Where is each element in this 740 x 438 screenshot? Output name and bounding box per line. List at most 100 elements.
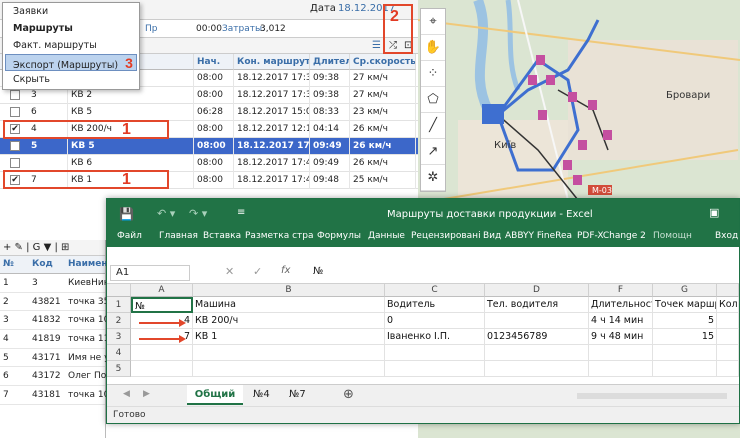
sheet-tab-7[interactable]: №7 <box>289 389 306 400</box>
points-col-num[interactable]: № <box>3 259 14 269</box>
sheet-cell[interactable]: № <box>131 297 193 313</box>
sheet-cell[interactable] <box>653 361 717 377</box>
menu-item-fact-routes[interactable]: Факт. маршруты <box>3 37 139 54</box>
point-row[interactable]: 4 41819 точка 111 <box>0 330 106 349</box>
tab-layout[interactable]: Разметка стра <box>245 231 314 241</box>
sheet-cell[interactable] <box>589 361 653 377</box>
route-checkbox[interactable] <box>10 90 20 100</box>
next-sheet-icon[interactable]: ▶ <box>143 389 150 399</box>
col-header-duration[interactable]: Длител <box>310 54 350 70</box>
point-row[interactable]: 3 41832 точка 106 <box>0 311 106 331</box>
sheet-cell[interactable] <box>717 313 739 329</box>
route-row[interactable]: 6 КВ 5 06:28 18.12.2017 15:01 08:33 23 км/ч <box>0 104 418 121</box>
sheet-cell[interactable]: Тел. водителя <box>485 297 589 313</box>
sheet-cell[interactable] <box>193 361 385 377</box>
enter-icon[interactable]: ✓ <box>253 265 262 278</box>
tab-home[interactable]: Главная <box>159 231 198 241</box>
sheet-cell[interactable] <box>653 345 717 361</box>
sheet-cell[interactable] <box>193 345 385 361</box>
formula-input[interactable]: № <box>313 266 323 277</box>
col-F[interactable]: F <box>589 284 653 297</box>
sheet-cell[interactable]: 5 <box>653 313 717 329</box>
col-C[interactable]: C <box>385 284 485 297</box>
sheet-cell[interactable]: Машина <box>193 297 385 313</box>
row-header[interactable]: 4 <box>107 345 131 361</box>
tab-pdfxchange[interactable]: PDF-XChange 2 <box>577 231 646 241</box>
tab-formulas[interactable]: Формулы <box>317 231 361 241</box>
sheet-cell[interactable] <box>717 329 739 345</box>
tab-review[interactable]: Рецензировані <box>411 231 481 241</box>
col-G[interactable]: G <box>653 284 717 297</box>
sheet-cell[interactable] <box>131 361 193 377</box>
line-icon[interactable]: ╱ <box>421 113 445 139</box>
tab-view[interactable]: Вид <box>483 231 501 241</box>
ruler-icon[interactable]: ↗ <box>421 139 445 165</box>
row-header[interactable]: 3 <box>107 329 131 345</box>
col-header-speed[interactable]: Ср.скорость <box>350 54 416 70</box>
menu-item-hide[interactable]: Скрыть <box>3 71 139 88</box>
columns-icon[interactable]: ☰ <box>372 40 381 51</box>
tab-insert[interactable]: Вставка <box>203 231 241 241</box>
sheet-cell[interactable] <box>385 361 485 377</box>
redo-icon[interactable]: ↷ ▾ <box>189 207 207 220</box>
tab-help[interactable]: Помощн <box>653 231 692 241</box>
sheet-cell[interactable]: Точек маршр <box>653 297 717 313</box>
point-row[interactable]: 1 3 КиевНин <box>0 274 106 293</box>
points-col-name[interactable]: Наимен <box>68 259 108 269</box>
sheet-cell[interactable]: Іваненко І.П. <box>385 329 485 345</box>
tab-data[interactable]: Данные <box>368 231 405 241</box>
sheet-cell[interactable]: 9 ч 48 мин <box>589 329 653 345</box>
menu-item-routes[interactable]: Маршруты <box>3 20 139 37</box>
sheet-tab-general[interactable]: Общий <box>187 385 243 405</box>
route-row[interactable]: 5КВ 508:0018.12.2017 17:4909:4926 км/ч <box>0 138 418 155</box>
ribbon-options-icon[interactable]: ▣ <box>709 206 719 219</box>
qat-more-icon[interactable]: ≡ <box>237 207 245 218</box>
tab-file[interactable]: Файл <box>117 231 142 241</box>
col-header-start[interactable]: Нач. <box>194 54 234 70</box>
sheet-cell[interactable] <box>485 345 589 361</box>
sheet-cell[interactable]: Водитель <box>385 297 485 313</box>
col-A[interactable]: A <box>131 284 193 297</box>
select-all-corner[interactable] <box>107 284 131 297</box>
add-sheet-icon[interactable]: ⊕ <box>343 387 354 402</box>
function-icon[interactable]: fx <box>281 265 290 276</box>
point-row[interactable]: 2 43821 точка 358 <box>0 293 106 312</box>
sheet-cell[interactable] <box>485 313 589 329</box>
tab-signin[interactable]: Вход <box>715 231 738 241</box>
point-row[interactable]: 6 43172 Олег Поз <box>0 367 106 387</box>
col-next[interactable] <box>717 284 739 297</box>
sheet-cell[interactable]: 0123456789 <box>485 329 589 345</box>
sheet-cell[interactable] <box>717 345 739 361</box>
sheet-cell[interactable]: Кол- <box>717 297 739 313</box>
sheet-cell[interactable]: Длительност <box>589 297 653 313</box>
col-header-end[interactable]: Кон. маршрута <box>234 54 310 70</box>
route-checkbox[interactable] <box>10 107 20 117</box>
points-icon[interactable]: ⁘ <box>421 61 445 87</box>
sheet-cell[interactable] <box>485 361 589 377</box>
polygon-icon[interactable]: ⬠ <box>421 87 445 113</box>
route-checkbox[interactable] <box>10 141 20 151</box>
menu-item-export-routes[interactable]: Экспорт (Маршруты) 3 <box>5 54 137 71</box>
route-checkbox[interactable] <box>10 158 20 168</box>
sheet-cell[interactable]: 0 <box>385 313 485 329</box>
points-toolbar[interactable]: + ✎ | G ▼ | ⊞ <box>0 240 105 256</box>
hand-icon[interactable]: ✋ <box>421 35 445 61</box>
prev-sheet-icon[interactable]: ◀ <box>123 389 130 399</box>
row-header[interactable]: 5 <box>107 361 131 377</box>
points-col-code[interactable]: Код <box>32 259 53 269</box>
sheet-cell[interactable]: 15 <box>653 329 717 345</box>
wand-icon[interactable]: ✲ <box>421 165 445 191</box>
save-icon[interactable]: 💾 <box>119 207 134 221</box>
sheet-cell[interactable] <box>385 345 485 361</box>
undo-icon[interactable]: ↶ ▾ <box>157 207 175 220</box>
sheet-cell[interactable]: КВ 1 <box>193 329 385 345</box>
sheet-cell[interactable] <box>717 361 739 377</box>
cancel-icon[interactable]: ✕ <box>225 265 234 278</box>
horizontal-scrollbar[interactable] <box>577 393 727 399</box>
sheet-cell[interactable] <box>589 345 653 361</box>
sheet-cell[interactable]: КВ 200/ч <box>193 313 385 329</box>
tab-abbyy[interactable]: ABBYY FineRea <box>505 231 572 241</box>
sheet-tab-4[interactable]: №4 <box>253 389 270 400</box>
row-header[interactable]: 2 <box>107 313 131 329</box>
crosshair-icon[interactable]: ⌖ <box>421 9 445 35</box>
